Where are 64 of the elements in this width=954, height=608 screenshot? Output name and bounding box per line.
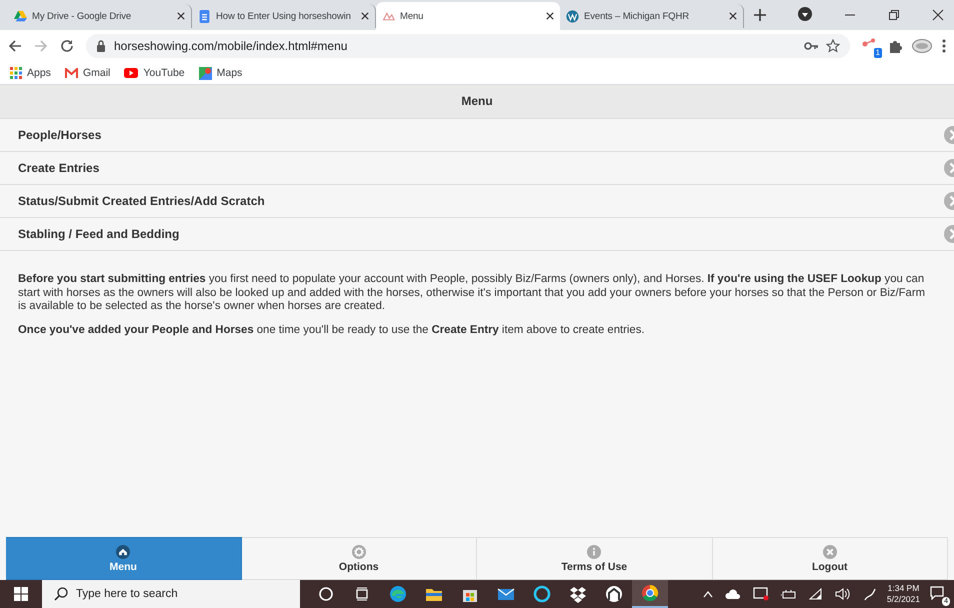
key-icon[interactable] xyxy=(804,41,818,51)
envelope-letter-icon xyxy=(64,68,78,78)
menu-item[interactable]: Status/Submit Created Entries/Add Scratch xyxy=(0,185,954,218)
battery-plug-icon[interactable] xyxy=(780,589,797,599)
address-bar[interactable]: horseshowing.com/mobile/index.html#menu xyxy=(86,34,850,58)
close-icon[interactable] xyxy=(361,12,369,20)
clock[interactable]: 1:34 PM 5/2/2021 xyxy=(886,583,920,605)
clock-date: 5/2/2021 xyxy=(886,594,920,605)
browser-tab[interactable]: My Drive - Google Drive xyxy=(8,4,192,28)
badge: 1 xyxy=(874,48,882,58)
close-icon xyxy=(822,544,837,558)
page-header: Menu xyxy=(0,85,954,119)
close-icon[interactable] xyxy=(177,12,185,20)
more-icon[interactable] xyxy=(942,39,946,53)
wordpress-logo-icon xyxy=(566,10,579,22)
menu-item[interactable]: Stabling / Feed and Bedding xyxy=(0,218,954,251)
restore-icon[interactable] xyxy=(888,9,900,21)
box-logo-icon[interactable] xyxy=(569,585,587,603)
circle-icon[interactable] xyxy=(317,585,335,603)
triangle-logo-icon xyxy=(14,10,27,22)
paragraph: Before you start submitting entries you first need to populate your account with People, possibly Biz/Farms (owners only), and Horses. If you're using the USEF Lookup you can start with horses as the owners will also be looked up and added with the horses, otherwise it's important that you add your owners before your horses so that the Person or Biz/Farm is available to be selected as the horse's owner when horses are created. xyxy=(18,273,926,314)
search-field[interactable]: Type here to search xyxy=(42,580,300,608)
windows-logo-icon xyxy=(14,587,28,601)
ring-icon[interactable] xyxy=(533,585,551,603)
reload-icon[interactable] xyxy=(60,39,74,53)
profile-icon[interactable] xyxy=(798,7,812,21)
paragraph: Once you've added your People and Horses one time you'll be ready to use the Create Entry item above to create entries. xyxy=(18,324,646,337)
document-icon xyxy=(198,10,211,22)
screen-icon[interactable] xyxy=(752,587,769,601)
nav-tab[interactable]: Logout xyxy=(712,537,948,580)
browser-tab[interactable]: Events – Michigan FQHR xyxy=(560,4,744,28)
nav-tab[interactable]: Options xyxy=(242,537,477,580)
close-icon[interactable] xyxy=(932,9,944,21)
bookmark[interactable]: Gmail xyxy=(64,67,110,79)
bookmark[interactable]: Maps xyxy=(198,66,242,80)
wave-logo-icon[interactable] xyxy=(389,585,407,603)
pen-icon[interactable] xyxy=(862,587,877,601)
clock-time: 1:34 PM xyxy=(888,583,920,594)
close-icon[interactable] xyxy=(546,12,554,20)
lock-icon xyxy=(96,40,106,52)
gear-icon xyxy=(352,544,366,558)
menu-item[interactable]: People/Horses xyxy=(0,119,954,152)
cloud-icon[interactable] xyxy=(724,589,741,599)
close-icon[interactable] xyxy=(729,12,737,20)
bookmark[interactable]: YouTube xyxy=(124,67,185,79)
puzzle-icon[interactable] xyxy=(888,39,902,53)
forward-icon xyxy=(34,39,48,53)
nav-tab[interactable]: Menu xyxy=(6,537,242,580)
search-icon xyxy=(54,587,68,601)
apps-grid-icon xyxy=(10,67,22,79)
info-icon xyxy=(587,544,602,558)
speaker-icon[interactable] xyxy=(834,588,851,600)
play-icon xyxy=(124,68,138,78)
bookmark[interactable]: Apps xyxy=(10,67,51,79)
caret-up-icon[interactable] xyxy=(702,590,713,598)
home-icon xyxy=(116,544,130,558)
plus-icon[interactable] xyxy=(754,9,766,21)
back-icon[interactable] xyxy=(8,39,22,53)
message-icon xyxy=(930,586,944,600)
map-pin-icon xyxy=(198,66,212,80)
star-icon[interactable] xyxy=(826,39,840,53)
browser-tab[interactable]: Menu xyxy=(376,2,560,30)
nav-tab[interactable]: Terms of Use xyxy=(477,537,712,580)
menu-item[interactable]: Create Entries xyxy=(0,152,954,185)
